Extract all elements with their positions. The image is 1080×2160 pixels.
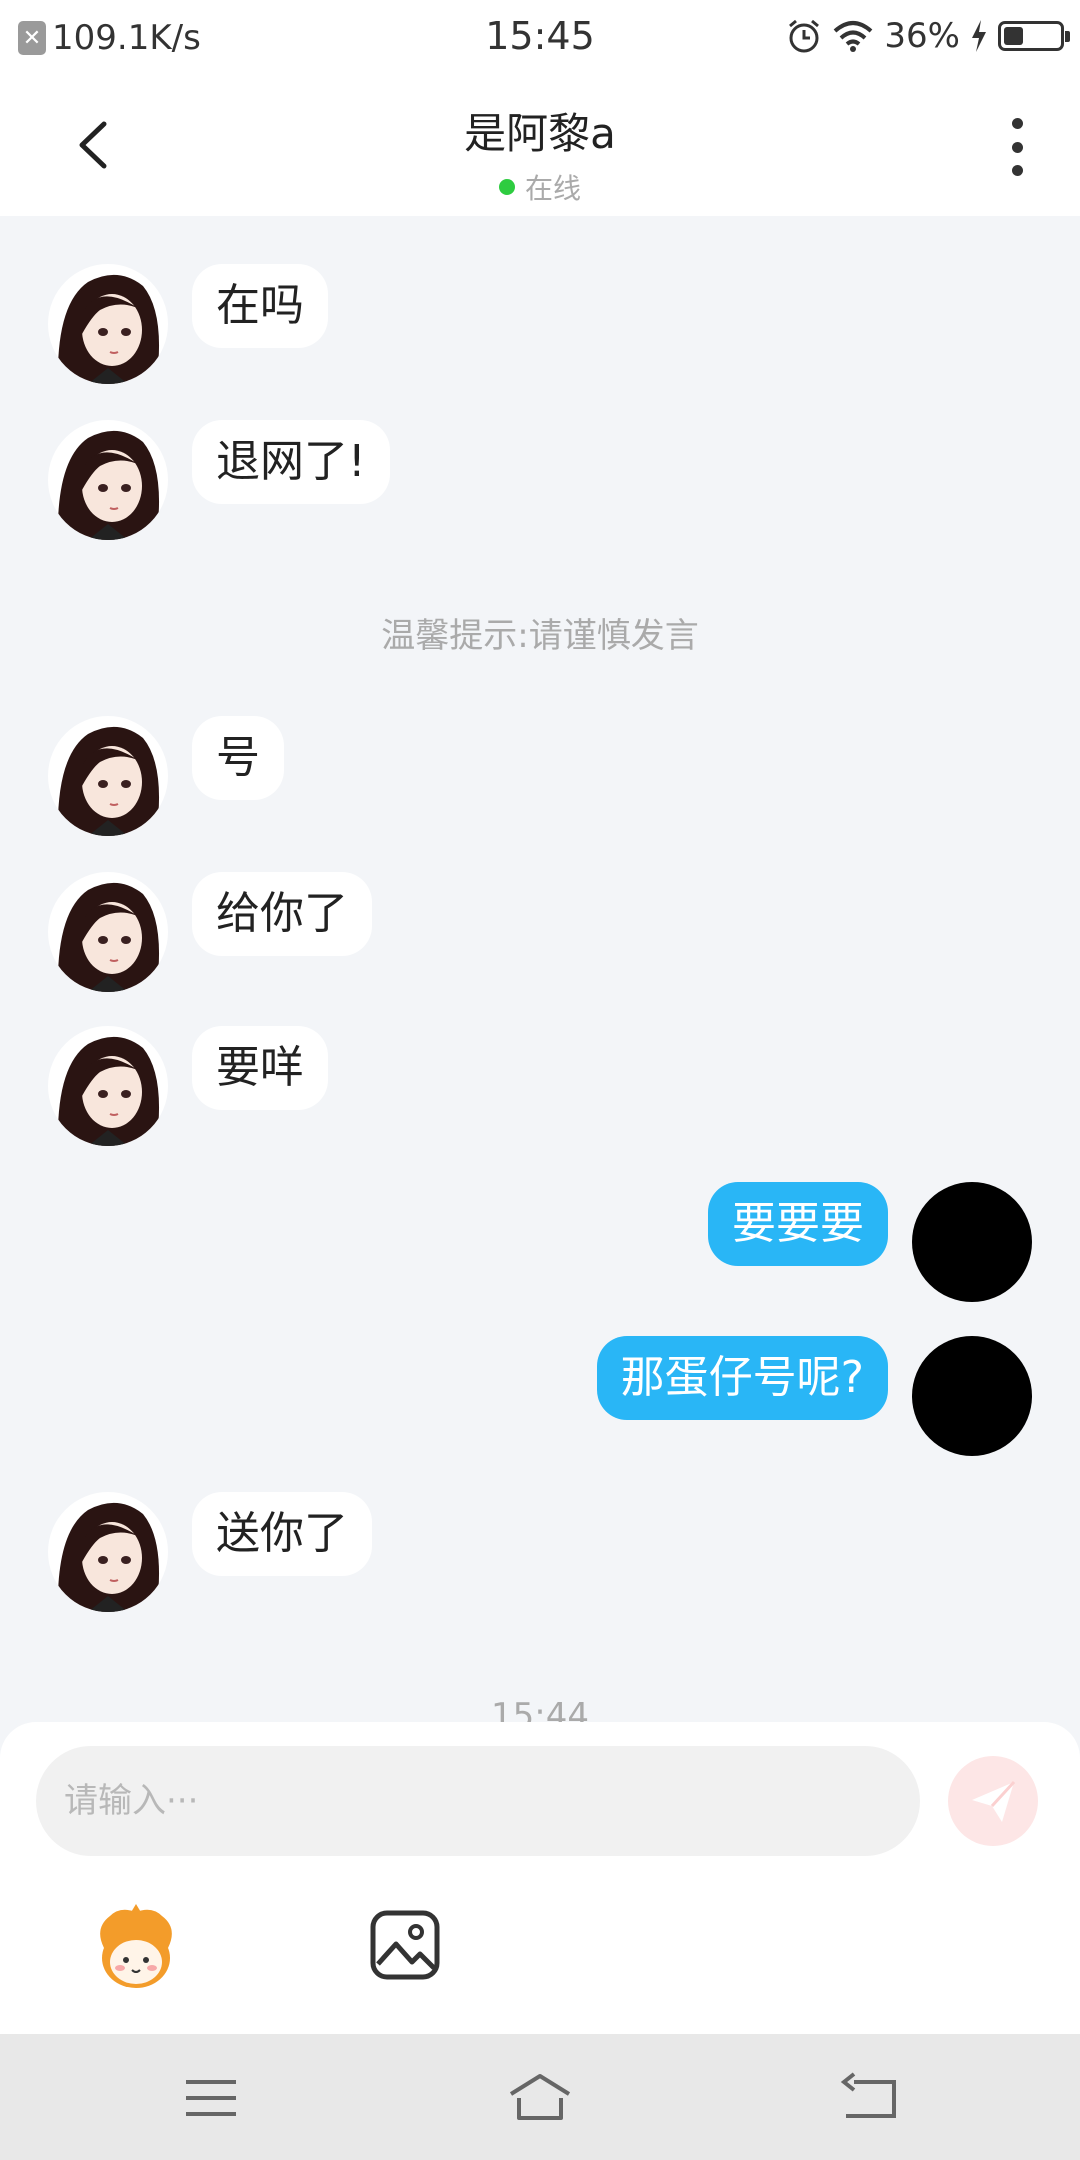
message-list[interactable]: 在吗 退网了! 温馨提示:请谨慎发言 号 给你了 要咩 要要要 那蛋仔号呢? 送… <box>0 216 1080 1722</box>
emoji-icon <box>100 1904 172 1988</box>
more-button[interactable] <box>1002 112 1032 182</box>
avatar-image <box>48 716 168 836</box>
chat-title: 是阿黎a <box>464 109 616 158</box>
avatar-image <box>48 264 168 384</box>
message-bubble[interactable]: 送你了 <box>192 1492 372 1576</box>
online-dot <box>498 179 515 195</box>
return-icon <box>840 2072 896 2118</box>
contact-avatar[interactable] <box>48 872 168 992</box>
message-bubble[interactable]: 给你了 <box>192 872 372 956</box>
message-bubble[interactable]: 号 <box>192 716 284 800</box>
wifi-icon <box>834 21 873 52</box>
home-icon <box>509 2074 571 2120</box>
message-incoming: 在吗 <box>48 264 328 384</box>
more-icon-dot <box>1011 141 1023 153</box>
message-bubble[interactable]: 在吗 <box>192 264 328 348</box>
back-nav-button[interactable] <box>834 2068 904 2128</box>
message-timestamp: 15:44 <box>491 1696 589 1722</box>
presence-label: 在线 <box>524 172 581 205</box>
status-bar: ✕ 109.1K/s 15:45 36% <box>0 0 1080 72</box>
message-incoming: 要咩 <box>48 1026 328 1146</box>
contact-avatar[interactable] <box>48 716 168 836</box>
my-avatar[interactable] <box>912 1182 1032 1302</box>
charging-icon <box>972 20 986 52</box>
presence-status: 在线 <box>0 167 1080 207</box>
message-incoming: 号 <box>48 716 284 836</box>
contact-avatar[interactable] <box>48 264 168 384</box>
title-area: 是阿黎a 在线 <box>0 100 1080 207</box>
message-input[interactable] <box>36 1746 920 1856</box>
contact-avatar[interactable] <box>48 1026 168 1146</box>
message-incoming: 送你了 <box>48 1492 372 1612</box>
battery-level <box>1004 27 1023 45</box>
menu-button[interactable] <box>176 2068 246 2128</box>
system-notice: 温馨提示:请谨慎发言 <box>381 616 699 656</box>
battery-icon <box>998 21 1070 51</box>
image-icon <box>370 1910 440 1980</box>
message-bubble[interactable]: 那蛋仔号呢? <box>596 1336 888 1420</box>
more-icon <box>1011 118 1023 129</box>
battery-percent: 36% <box>884 16 960 56</box>
message-bubble[interactable]: 要咩 <box>192 1026 328 1110</box>
send-icon <box>972 1780 1016 1822</box>
contact-avatar[interactable] <box>48 1492 168 1612</box>
message-incoming: 退网了! <box>48 420 390 540</box>
chat-header: 是阿黎a 在线 <box>0 72 1080 216</box>
message-bubble[interactable]: 退网了! <box>192 420 390 504</box>
send-button[interactable] <box>948 1756 1038 1846</box>
avatar-image <box>48 1492 168 1612</box>
more-icon-dot <box>1011 165 1023 176</box>
avatar-image <box>48 420 168 540</box>
composer <box>0 1722 1080 2034</box>
message-bubble[interactable]: 要要要 <box>708 1182 888 1266</box>
system-nav-bar <box>0 2034 1080 2160</box>
message-incoming: 给你了 <box>48 872 372 992</box>
contact-avatar[interactable] <box>48 420 168 540</box>
message-outgoing: 要要要 <box>708 1182 1032 1302</box>
home-button[interactable] <box>505 2068 575 2128</box>
avatar-image <box>48 872 168 992</box>
my-avatar[interactable] <box>912 1336 1032 1456</box>
avatar-image <box>48 1026 168 1146</box>
menu-icon <box>186 2080 236 2116</box>
alarm-icon <box>789 19 820 53</box>
message-outgoing: 那蛋仔号呢? <box>596 1336 1032 1456</box>
emoji-button[interactable] <box>90 1902 182 1994</box>
status-icons: 36% <box>786 16 1070 56</box>
image-picker-button[interactable] <box>368 1908 442 1982</box>
